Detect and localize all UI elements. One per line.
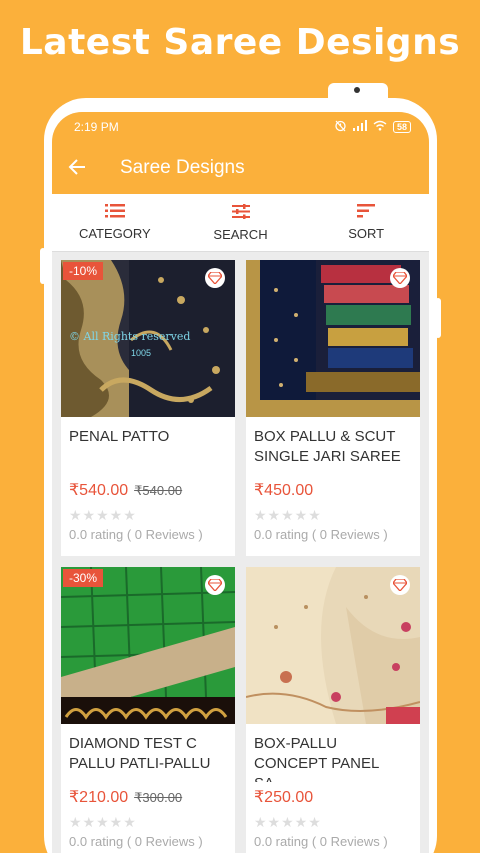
product-title: BOX-PALLU CONCEPT PANEL SA...: [254, 735, 379, 782]
product-price: ₹250.00: [254, 789, 314, 806]
product-image: [246, 260, 420, 417]
battery-icon: 58: [392, 121, 411, 133]
product-title: DIAMOND TEST C PALLU PATLI-PALLU ...: [69, 735, 211, 782]
sort-button[interactable]: SORT: [303, 194, 429, 251]
star-rating-icon: ★★★★★: [254, 814, 322, 830]
filter-toolbar: CATEGORY SEARCH SORT: [52, 194, 429, 252]
product-price: ₹450.00: [254, 482, 314, 499]
product-price: ₹540.00: [69, 482, 129, 499]
rating-text: 0.0 rating ( 0 Reviews ): [254, 527, 388, 542]
rating-text: 0.0 rating ( 0 Reviews ): [69, 834, 203, 849]
diamond-icon[interactable]: [205, 575, 225, 595]
image-watermark: © All Rights reserved: [69, 330, 191, 343]
sort-label: SORT: [348, 226, 385, 241]
status-bar: 2:19 PM 58: [52, 112, 429, 142]
product-image: [246, 567, 420, 724]
rating-text: 0.0 rating ( 0 Reviews ): [69, 527, 203, 542]
product-grid: © All Rights reserved 1005 -10% PENAL PA…: [52, 252, 429, 853]
signal-icon: [352, 120, 367, 134]
search-label: SEARCH: [213, 226, 268, 242]
app-bar: Saree Designs: [52, 142, 429, 194]
product-card[interactable]: BOX PALLU & SCUT SINGLE JARI SAREE ₹450.…: [246, 260, 420, 556]
diamond-icon[interactable]: [390, 575, 410, 595]
promo-title: Latest Saree Designs: [19, 22, 461, 63]
product-image: -30%: [61, 567, 235, 724]
category-button[interactable]: CATEGORY: [52, 194, 178, 251]
list-icon: [104, 204, 125, 226]
price-row: ₹250.00: [246, 787, 420, 807]
price-row: ₹210.00 ₹300.00: [61, 787, 235, 807]
product-title: PENAL PATTO: [69, 428, 170, 445]
product-card[interactable]: BOX-PALLU CONCEPT PANEL SA... ₹250.00 ★★…: [246, 567, 420, 853]
product-card[interactable]: -30% DIAMOND TEST C PALLU PATLI-PALLU ..…: [61, 567, 235, 853]
filter-sliders-icon: [231, 203, 250, 227]
star-rating-icon: ★★★★★: [69, 507, 137, 523]
discount-badge: -30%: [63, 569, 104, 587]
price-row: ₹540.00 ₹540.00: [61, 480, 235, 500]
star-rating-icon: ★★★★★: [254, 507, 322, 523]
star-rating-icon: ★★★★★: [69, 814, 137, 830]
camera-icon: [354, 87, 360, 93]
discount-badge: -10%: [63, 262, 104, 280]
product-title: BOX PALLU & SCUT SINGLE JARI SAREE: [254, 428, 401, 465]
page-title: Saree Designs: [120, 157, 245, 178]
status-time: 2:19 PM: [74, 120, 119, 134]
rating-text: 0.0 rating ( 0 Reviews ): [254, 834, 388, 849]
image-watermark-code: 1005: [131, 348, 152, 358]
product-price: ₹210.00: [69, 789, 129, 806]
sort-icon: [357, 204, 376, 226]
back-arrow-icon[interactable]: [68, 155, 112, 181]
diamond-icon[interactable]: [390, 268, 410, 288]
category-label: CATEGORY: [78, 226, 151, 241]
price-row: ₹450.00: [246, 480, 420, 500]
product-card[interactable]: © All Rights reserved 1005 -10% PENAL PA…: [61, 260, 235, 556]
wifi-icon: [373, 120, 387, 134]
search-button[interactable]: SEARCH: [178, 194, 304, 251]
product-image: © All Rights reserved 1005 -10%: [61, 260, 235, 417]
alarm-icon: [334, 119, 347, 135]
product-old-price: ₹540.00: [134, 483, 183, 498]
app-screen: 2:19 PM 58 Saree Designs CATEGORY SEARCH…: [52, 112, 429, 853]
diamond-icon[interactable]: [205, 268, 225, 288]
product-old-price: ₹300.00: [134, 790, 183, 805]
